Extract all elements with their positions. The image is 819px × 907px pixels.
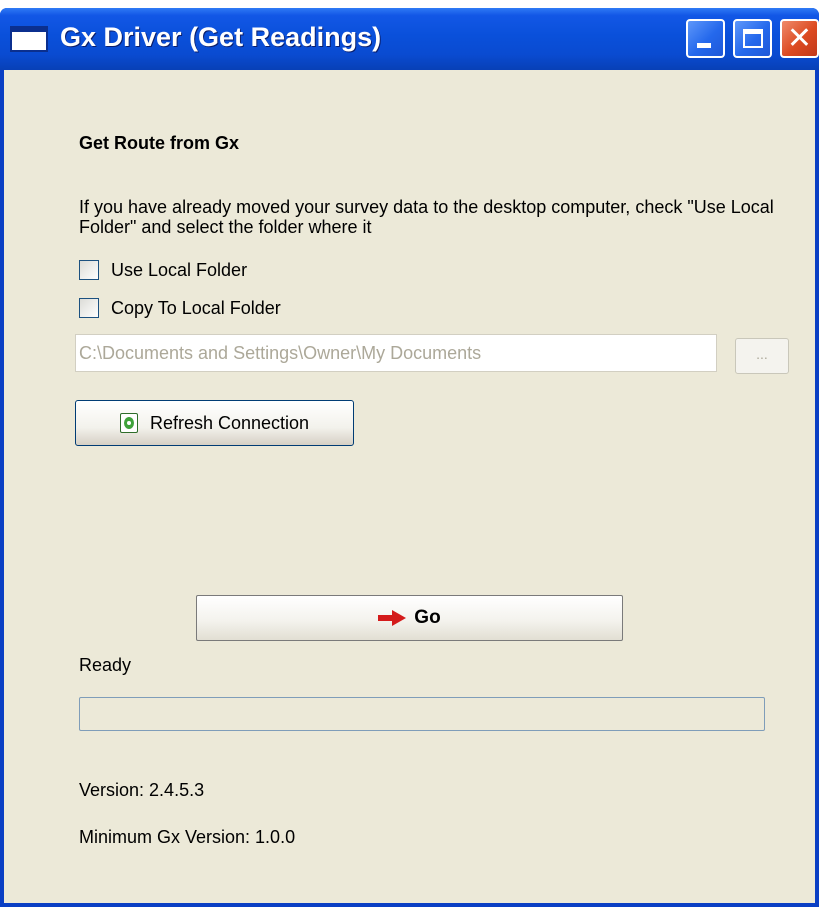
description-text: If you have already moved your survey da… [79, 197, 774, 237]
arrow-right-icon [378, 610, 407, 626]
maximize-icon [743, 29, 763, 48]
folder-path-field[interactable]: C:\Documents and Settings\Owner\My Docum… [75, 334, 717, 372]
status-text: Ready [79, 655, 132, 675]
app-window-icon [10, 26, 48, 52]
refresh-connection-button[interactable]: Refresh Connection [75, 400, 354, 446]
refresh-connection-label: Refresh Connection [149, 412, 310, 433]
minimize-button[interactable] [686, 19, 725, 58]
close-icon: ✕ [786, 22, 813, 55]
copy-to-local-folder-checkbox[interactable] [79, 298, 99, 318]
refresh-icon [119, 413, 138, 433]
section-heading: Get Route from Gx [79, 133, 240, 153]
go-label: Go [414, 607, 441, 628]
progress-bar [79, 697, 765, 731]
maximize-button[interactable] [733, 19, 772, 58]
min-gx-version-text: Minimum Gx Version: 1.0.0 [79, 827, 296, 847]
minimize-icon [697, 43, 711, 48]
go-button[interactable]: Go [196, 595, 623, 641]
use-local-folder-row[interactable]: Use Local Folder [79, 258, 247, 282]
title-bar[interactable]: Gx Driver (Get Readings) ✕ [0, 8, 819, 70]
use-local-folder-checkbox[interactable] [79, 260, 99, 280]
browse-button[interactable]: ... [735, 338, 789, 374]
client-area: Get Route from Gx If you have already mo… [4, 70, 815, 903]
app-window: Gx Driver (Get Readings) ✕ Get Route fro… [0, 8, 819, 907]
close-button[interactable]: ✕ [780, 19, 819, 58]
copy-to-local-folder-row[interactable]: Copy To Local Folder [79, 296, 281, 320]
copy-to-local-folder-label[interactable]: Copy To Local Folder [111, 298, 281, 319]
window-title: Gx Driver (Get Readings) [60, 22, 382, 52]
version-text: Version: 2.4.5.3 [79, 780, 205, 800]
use-local-folder-label[interactable]: Use Local Folder [111, 260, 247, 281]
